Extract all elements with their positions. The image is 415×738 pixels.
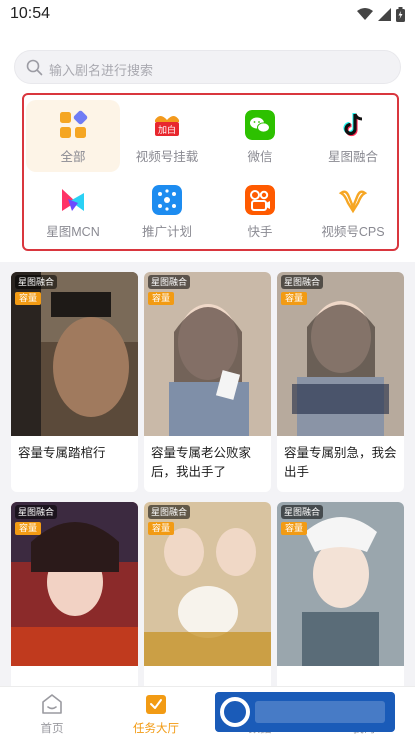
drama-card[interactable]: 星图融合 容量 容量专属别急，我会出手 [277, 272, 404, 492]
search-icon [26, 59, 43, 76]
capacity-tag: 容量 [15, 292, 42, 305]
drama-card[interactable]: 星图融合 容量 [144, 502, 271, 686]
card-title: 容量专属踏棺行 [18, 446, 106, 460]
category-xingtu-fusion[interactable]: 星图融合 [306, 100, 400, 172]
svg-text:加白: 加白 [158, 124, 176, 136]
drama-card[interactable]: 星图融合 容量 [277, 502, 404, 686]
category-label: 推广计划 [141, 225, 192, 239]
signal-icon [378, 8, 391, 26]
category-label: 视频号挂载 [135, 150, 199, 164]
category-label: 视频号CPS [321, 225, 385, 239]
category-video-account-cps[interactable]: 视频号CPS [306, 175, 400, 247]
all-grid-icon [60, 110, 88, 138]
nav-home[interactable]: 首页 [0, 687, 104, 738]
category-label: 星图融合 [327, 150, 378, 164]
capacity-tag: 容量 [148, 292, 175, 305]
platform-tag: 星图融合 [281, 275, 324, 289]
task-hall-icon [146, 695, 166, 714]
tiktok-icon [343, 113, 363, 137]
wechat-icon [245, 110, 275, 140]
capacity-tag: 容量 [281, 292, 308, 305]
home-icon [42, 694, 62, 714]
platform-tag: 星图融合 [281, 505, 324, 519]
kuaishou-icon [245, 185, 275, 215]
capacity-tag: 容量 [15, 522, 42, 535]
category-all[interactable]: 全部 [26, 100, 120, 172]
platform-tag: 星图融合 [148, 505, 191, 519]
nav-label: 首页 [40, 723, 64, 735]
capacity-tag: 容量 [148, 522, 175, 535]
category-label: 星图MCN [46, 225, 100, 239]
platform-tag: 星图融合 [15, 505, 58, 519]
drama-card[interactable]: 星图融合 容量 容量专属踏棺行 [11, 272, 138, 492]
drama-grid: 星图融合 容量 容量专属踏棺行 星图融合 容量 容量专属老公败家后，我出手了 星… [0, 262, 415, 686]
promotion-plan-icon [152, 185, 182, 215]
category-label: 全部 [60, 150, 86, 164]
capacity-tag: 容量 [281, 522, 308, 535]
category-video-account-mount[interactable]: 加白 视频号挂载 [120, 100, 214, 172]
category-panel: 全部 加白 视频号挂载 微信 星图融合 星图MCN 推广计划 快手 视频号CPS [22, 93, 399, 251]
search-placeholder: 输入剧名进行搜索 [49, 63, 154, 78]
category-xingtu-mcn[interactable]: 星图MCN [26, 175, 120, 247]
category-promotion-plan[interactable]: 推广计划 [120, 175, 214, 247]
video-account-cps-icon [338, 190, 368, 214]
drama-card[interactable]: 星图融合 容量 [11, 502, 138, 686]
battery-icon [396, 7, 405, 27]
platform-tag: 星图融合 [148, 275, 191, 289]
status-time: 10:54 [10, 5, 51, 22]
category-kuaishou[interactable]: 快手 [213, 175, 307, 247]
category-label: 微信 [247, 150, 273, 164]
watermark-logo [215, 692, 395, 732]
drama-card[interactable]: 星图融合 容量 容量专属老公败家后，我出手了 [144, 272, 271, 492]
card-title: 容量专属别急，我会出手 [284, 446, 397, 479]
nav-task-hall[interactable]: 任务大厅 [104, 687, 208, 738]
xingtu-mcn-icon [62, 189, 84, 211]
category-wechat[interactable]: 微信 [213, 100, 307, 172]
nav-label: 任务大厅 [133, 723, 179, 735]
status-bar: 10:54 [0, 0, 415, 30]
category-label: 快手 [247, 225, 273, 239]
status-icons [357, 7, 405, 27]
video-account-mount-icon: 加白 [155, 116, 179, 136]
wifi-icon [357, 8, 373, 26]
platform-tag: 星图融合 [15, 275, 58, 289]
card-title: 容量专属老公败家后，我出手了 [151, 446, 252, 479]
search-input[interactable]: 输入剧名进行搜索 [14, 50, 401, 84]
